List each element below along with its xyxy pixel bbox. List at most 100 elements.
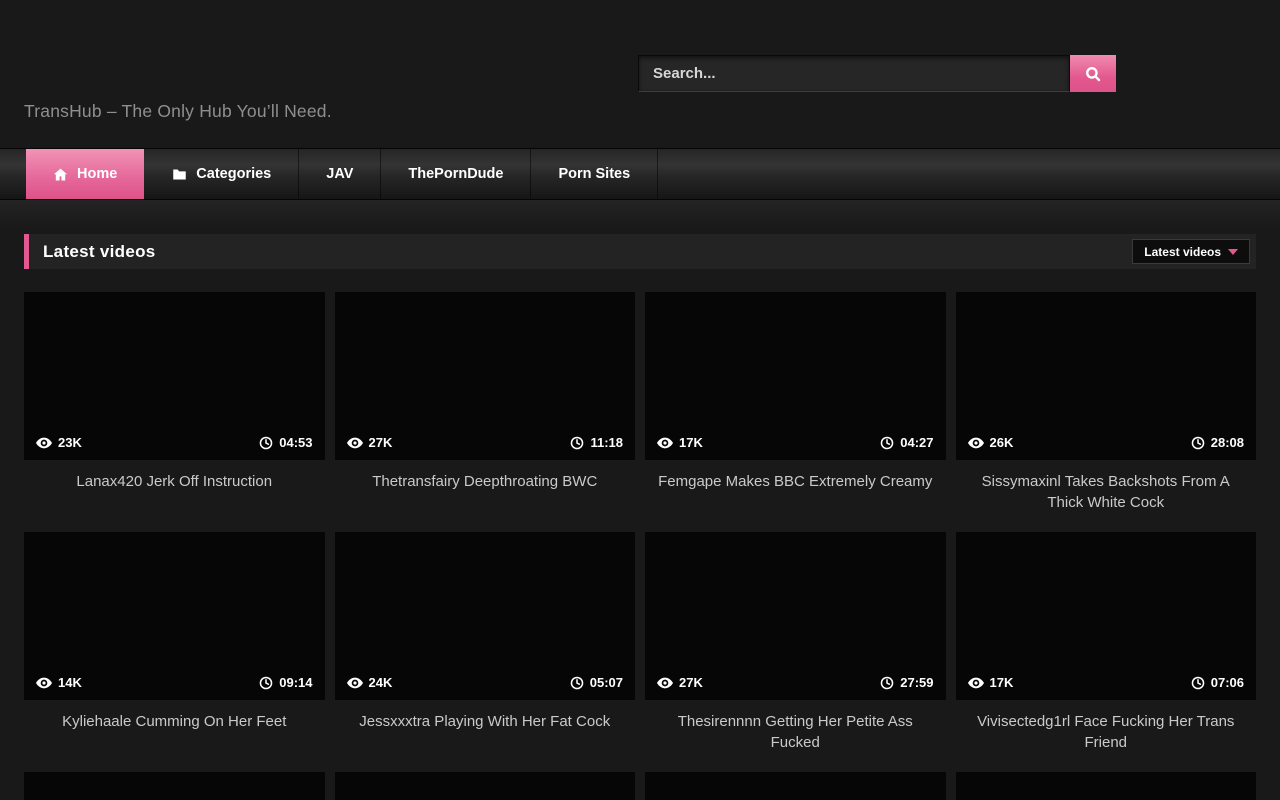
clock-icon [880,436,894,450]
video-card[interactable]: 24K 05:07 Jessxxxtra Playing With Her Fa… [335,532,636,772]
video-card[interactable]: 17K 04:27 Femgape Makes BBC Extremely Cr… [645,292,946,532]
duration-value: 04:27 [900,435,933,450]
video-card[interactable] [24,772,325,800]
video-thumbnail[interactable] [335,772,636,800]
section-header: Latest videos Latest videos [24,234,1256,269]
views-count: 17K [679,435,703,450]
main-content: Latest videos Latest videos 23K [0,234,1280,800]
duration-value: 07:06 [1211,675,1244,690]
video-thumbnail[interactable]: 26K 28:08 [956,292,1257,460]
video-card[interactable]: 23K 04:53 Lanax420 Jerk Off Instruction [24,292,325,532]
video-title[interactable]: Vivisectedg1rl Face Fucking Her Trans Fr… [956,700,1257,772]
video-thumbnail[interactable]: 27K 27:59 [645,532,946,700]
search-form [638,55,1116,92]
video-thumbnail[interactable]: 14K 09:14 [24,532,325,700]
views-stat: 27K [657,675,703,690]
video-stats: 14K 09:14 [24,665,325,700]
video-title[interactable]: Thesirennnn Getting Her Petite Ass Fucke… [645,700,946,772]
clock-icon [1191,676,1205,690]
video-title[interactable]: Sissymaxinl Takes Backshots From A Thick… [956,460,1257,532]
nav-item-label: JAV [326,166,353,182]
video-card[interactable] [956,772,1257,800]
views-stat: 24K [347,675,393,690]
sort-dropdown-label: Latest videos [1144,245,1221,259]
duration-value: 11:18 [590,435,623,450]
views-count: 17K [990,675,1014,690]
video-stats: 24K 05:07 [335,665,636,700]
nav-item-porn-sites[interactable]: Porn Sites [531,149,658,199]
video-thumbnail[interactable]: 23K 04:53 [24,292,325,460]
site-tagline: TransHub – The Only Hub You’ll Need. [24,101,332,122]
video-title[interactable]: Thetransfairy Deepthroating BWC [335,460,636,532]
video-thumbnail[interactable] [645,772,946,800]
eye-icon [968,437,984,449]
video-title[interactable]: Lanax420 Jerk Off Instruction [24,460,325,532]
video-title[interactable]: Femgape Makes BBC Extremely Creamy [645,460,946,532]
video-thumbnail[interactable]: 24K 05:07 [335,532,636,700]
eye-icon [657,677,673,689]
search-button[interactable] [1070,55,1116,92]
page-header: TransHub – The Only Hub You’ll Need. [0,0,1280,148]
sort-dropdown-button[interactable]: Latest videos [1132,239,1250,264]
video-thumbnail[interactable]: 27K 11:18 [335,292,636,460]
duration-stat: 28:08 [1191,435,1244,450]
views-stat: 17K [657,435,703,450]
views-stat: 17K [968,675,1014,690]
eye-icon [36,677,52,689]
views-count: 27K [369,435,393,450]
nav-item-home[interactable]: Home [26,149,144,199]
duration-stat: 04:27 [880,435,933,450]
main-navbar: Home Categories JAV ThePornDude Porn Sit… [0,148,1280,200]
eye-icon [968,677,984,689]
nav-item-jav[interactable]: JAV [299,149,381,199]
views-count: 26K [990,435,1014,450]
video-title[interactable]: Jessxxxtra Playing With Her Fat Cock [335,700,636,772]
views-count: 23K [58,435,82,450]
views-stat: 23K [36,435,82,450]
video-grid: 23K 04:53 Lanax420 Jerk Off Instruction [24,292,1256,800]
caret-down-icon [1228,249,1238,255]
nav-item-categories[interactable]: Categories [145,149,299,199]
video-card[interactable]: 14K 09:14 Kyliehaale Cumming On Her Feet [24,532,325,772]
views-count: 14K [58,675,82,690]
video-card[interactable]: 27K 11:18 Thetransfairy Deepthroating BW… [335,292,636,532]
video-thumbnail[interactable] [956,772,1257,800]
folder-icon [172,167,187,182]
video-title[interactable]: Kyliehaale Cumming On Her Feet [24,700,325,772]
nav-item-label: Categories [196,166,271,182]
duration-value: 04:53 [279,435,312,450]
search-input[interactable] [638,55,1070,92]
eye-icon [36,437,52,449]
duration-stat: 11:18 [570,435,623,450]
nav-item-label: Home [77,166,117,182]
section-title: Latest videos [43,242,156,262]
magnifier-icon [1084,65,1102,83]
views-count: 24K [369,675,393,690]
clock-icon [570,676,584,690]
video-card[interactable] [645,772,946,800]
navbar-shadow [0,200,1280,228]
eye-icon [347,677,363,689]
video-card[interactable]: 27K 27:59 Thesirennnn Getting Her Petite… [645,532,946,772]
video-thumbnail[interactable] [24,772,325,800]
duration-stat: 05:07 [570,675,623,690]
home-icon [53,167,68,182]
nav-item-label: ThePornDude [408,166,503,182]
video-card[interactable]: 17K 07:06 Vivisectedg1rl Face Fucking He… [956,532,1257,772]
duration-stat: 27:59 [880,675,933,690]
duration-value: 27:59 [900,675,933,690]
video-stats: 23K 04:53 [24,425,325,460]
duration-value: 09:14 [279,675,312,690]
duration-value: 28:08 [1211,435,1244,450]
clock-icon [880,676,894,690]
duration-stat: 07:06 [1191,675,1244,690]
video-thumbnail[interactable]: 17K 04:27 [645,292,946,460]
clock-icon [570,436,584,450]
video-thumbnail[interactable]: 17K 07:06 [956,532,1257,700]
views-stat: 26K [968,435,1014,450]
eye-icon [347,437,363,449]
video-card[interactable] [335,772,636,800]
duration-value: 05:07 [590,675,623,690]
nav-item-theporndude[interactable]: ThePornDude [381,149,531,199]
video-card[interactable]: 26K 28:08 Sissymaxinl Takes Backshots Fr… [956,292,1257,532]
